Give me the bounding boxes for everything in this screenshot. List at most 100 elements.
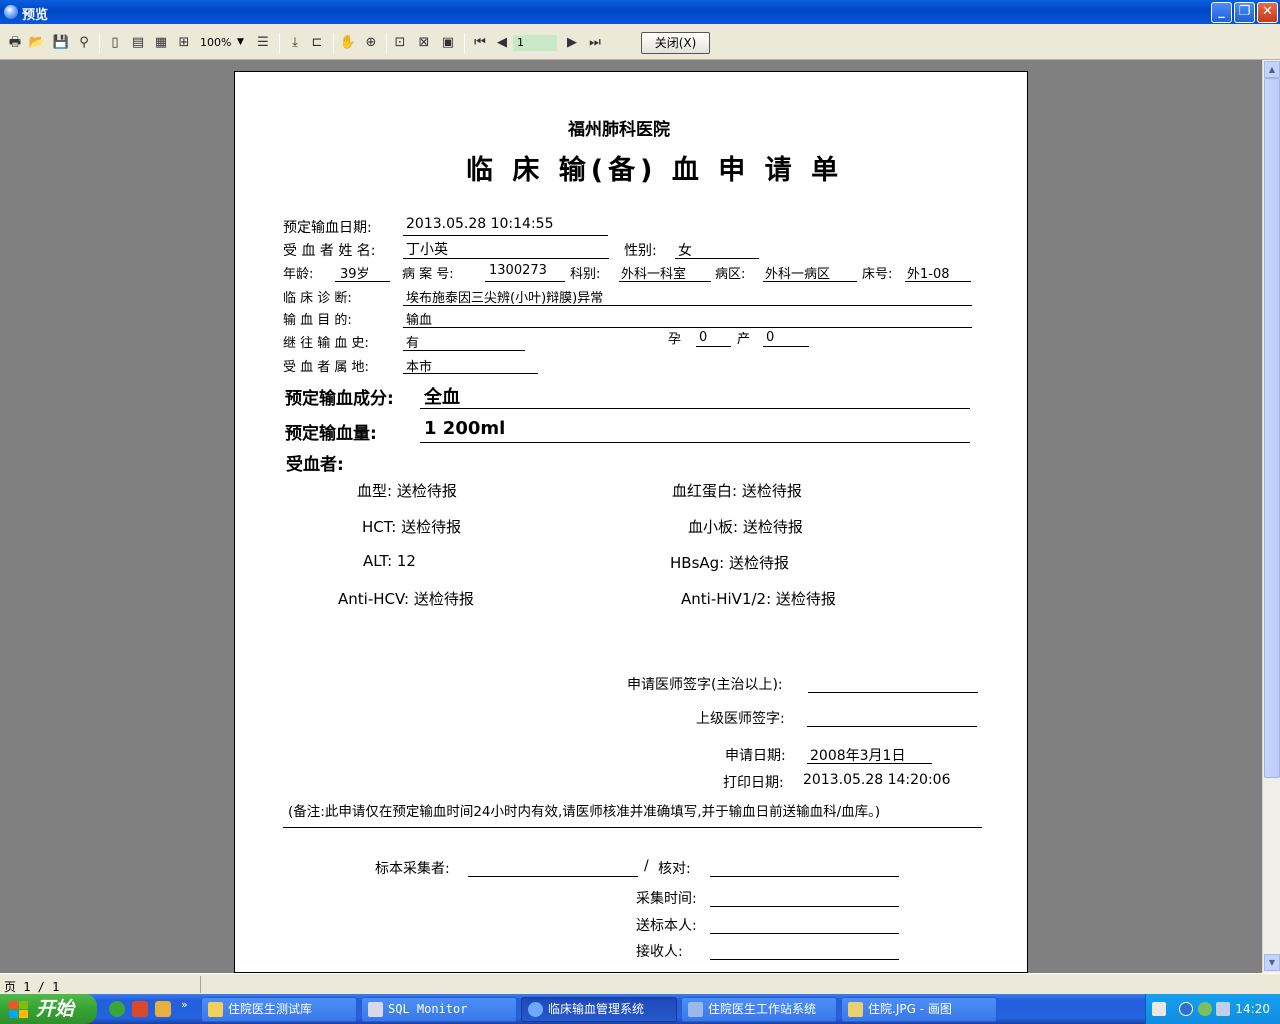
outline-icon[interactable]: ☰: [254, 34, 272, 52]
lab-anti-hcv: Anti-HCV: 送检待报: [338, 590, 474, 608]
slash-separator: /: [644, 858, 649, 874]
report-page: 福州肺科医院 临 床 输(备) 血 申 请 单 预定输血日期: 2013.05.…: [234, 71, 1028, 973]
volume-value: 1 200ml: [424, 418, 506, 439]
sex-label: 性别:: [624, 243, 657, 259]
messenger-icon[interactable]: [155, 1001, 171, 1017]
app-icon: [528, 1002, 543, 1017]
date-value: 2013.05.28 10:14:55: [406, 216, 554, 232]
display-icon[interactable]: [1216, 1002, 1230, 1016]
export-icon[interactable]: ⤓: [286, 34, 304, 52]
birth-value: 0: [766, 330, 775, 345]
sex-value: 女: [678, 243, 692, 259]
keyboard-icon[interactable]: [1152, 1002, 1166, 1016]
find-icon[interactable]: ⚲: [75, 34, 93, 52]
receiver-label: 接收人:: [636, 944, 683, 960]
ie-icon[interactable]: [109, 1001, 125, 1017]
pregnancy-label: 孕: [668, 332, 682, 347]
check-label: 核对:: [658, 861, 691, 877]
start-label: 开始: [36, 998, 75, 1020]
bed-label: 床号:: [862, 267, 893, 282]
doctor-signature-label: 申请医师签字(主治以上):: [627, 677, 783, 693]
task-workstation[interactable]: 住院医生工作站系统: [681, 997, 837, 1022]
toolbar: 🖶 📂 💾 ⚲ ▯ ▤ ▦ ⊞ 100% ▼ ☰ ⤓ ⊏ ✋ ⊕ ⊡ ⊠ ▣ ⏮…: [0, 24, 1280, 60]
scroll-down-icon[interactable]: ▼: [1264, 954, 1280, 971]
tree-icon[interactable]: ⊏: [308, 34, 326, 52]
prev-page-icon[interactable]: ◀: [493, 34, 511, 52]
date-label: 预定输血日期:: [283, 220, 372, 236]
scroll-up-icon[interactable]: ▲: [1264, 61, 1280, 78]
name-value: 丁小英: [406, 242, 448, 258]
system-tray: 14:20: [1145, 994, 1280, 1024]
delete-page-icon[interactable]: ⊠: [415, 34, 433, 52]
save-icon[interactable]: 💾: [52, 34, 70, 52]
apply-date-value: 2008年3月1日: [810, 748, 906, 764]
dept-value: 外科一科室: [621, 267, 687, 282]
hand-tool-icon[interactable]: ✋: [339, 34, 357, 52]
window-title-bar: 预览 _ ❐ ✕: [0, 0, 1280, 24]
status-bar: 页 1 / 1: [0, 973, 1280, 994]
purpose-label: 输 血 目 的:: [283, 313, 352, 328]
case-label: 病 案 号:: [402, 267, 454, 282]
recipient-label: 受血者:: [286, 455, 344, 475]
collection-time-label: 采集时间:: [636, 891, 697, 907]
open-folder-icon[interactable]: 📂: [28, 34, 46, 52]
scroll-thumb[interactable]: [1264, 78, 1280, 778]
pregnancy-value: 0: [699, 330, 708, 345]
lab-hct: HCT: 送检待报: [362, 518, 462, 536]
minimize-button[interactable]: _: [1211, 2, 1232, 23]
paint-icon: [848, 1002, 863, 1017]
page-width-icon[interactable]: ▤: [129, 34, 147, 52]
case-value: 1300273: [489, 263, 547, 278]
print-icon[interactable]: 🖶: [6, 34, 24, 52]
monitor-icon: [368, 1002, 383, 1017]
hospital-name: 福州肺科医院: [568, 120, 670, 140]
quicklaunch-more-icon[interactable]: »: [181, 998, 188, 1011]
page-number-input[interactable]: 1: [513, 35, 557, 51]
print-date-value: 2013.05.28 14:20:06: [803, 772, 951, 788]
restore-button[interactable]: ❐: [1234, 2, 1255, 23]
birth-label: 产: [737, 332, 751, 347]
new-page-icon[interactable]: ⊡: [391, 34, 409, 52]
lab-anti-hiv: Anti-HiV1/2: 送检待报: [681, 590, 836, 608]
history-label: 继 往 输 血 史:: [283, 336, 369, 351]
print-date-label: 打印日期:: [723, 775, 784, 791]
address-label: 受 血 者 属 地:: [283, 360, 369, 375]
network-icon[interactable]: [1198, 1002, 1212, 1016]
age-label: 年龄:: [283, 267, 314, 282]
ward-value: 外科一病区: [765, 267, 831, 282]
next-page-icon[interactable]: ▶: [563, 34, 581, 52]
media-icon[interactable]: [132, 1001, 148, 1017]
task-folder[interactable]: 住院医生测试库: [201, 997, 357, 1022]
apply-date-label: 申请日期:: [725, 748, 786, 764]
last-page-icon[interactable]: ⏭: [586, 34, 604, 52]
edit-page-icon[interactable]: ▣: [439, 34, 457, 52]
zoom-tool-icon[interactable]: ⊕: [362, 34, 380, 52]
sender-label: 送标本人:: [636, 918, 697, 934]
tray-expand-icon[interactable]: [1179, 1002, 1193, 1016]
start-button[interactable]: 开始: [0, 994, 97, 1024]
lab-platelet: 血小板: 送检待报: [688, 518, 803, 536]
clock: 14:20: [1235, 1002, 1270, 1016]
task-sql-monitor[interactable]: SQL Monitor: [361, 997, 517, 1022]
zoom-select[interactable]: 100%: [200, 36, 231, 49]
windows-logo-icon: [9, 1001, 28, 1018]
single-page-icon[interactable]: ▯: [106, 34, 124, 52]
two-page-icon[interactable]: ▦: [152, 34, 170, 52]
volume-label: 预定输血量:: [285, 424, 377, 444]
task-paint[interactable]: 住院.JPG - 画图: [841, 997, 997, 1022]
close-window-button[interactable]: ✕: [1257, 2, 1278, 23]
lab-alt: ALT: 12: [363, 552, 416, 570]
taskbar: 开始 » 住院医生测试库 SQL Monitor 临床输血管理系统 住院医生工作…: [0, 994, 1280, 1024]
vertical-scrollbar[interactable]: ▲ ▼: [1262, 60, 1280, 973]
first-page-icon[interactable]: ⏮: [471, 34, 489, 52]
dept-label: 科别:: [570, 267, 601, 282]
diagnosis-value: 埃布施泰因三尖辨(小叶)辩膜)异常: [406, 291, 604, 306]
task-transfusion-system[interactable]: 临床输血管理系统: [521, 997, 677, 1022]
lab-blood-type: 血型: 送检待报: [357, 482, 457, 500]
close-preview-button[interactable]: 关闭(X): [641, 32, 710, 54]
multi-page-icon[interactable]: ⊞: [175, 34, 193, 52]
lab-hbsag: HBsAg: 送检待报: [670, 554, 789, 572]
chevron-down-icon[interactable]: ▼: [237, 37, 244, 47]
bed-value: 外1-08: [907, 267, 950, 282]
folder-icon: [208, 1002, 223, 1017]
